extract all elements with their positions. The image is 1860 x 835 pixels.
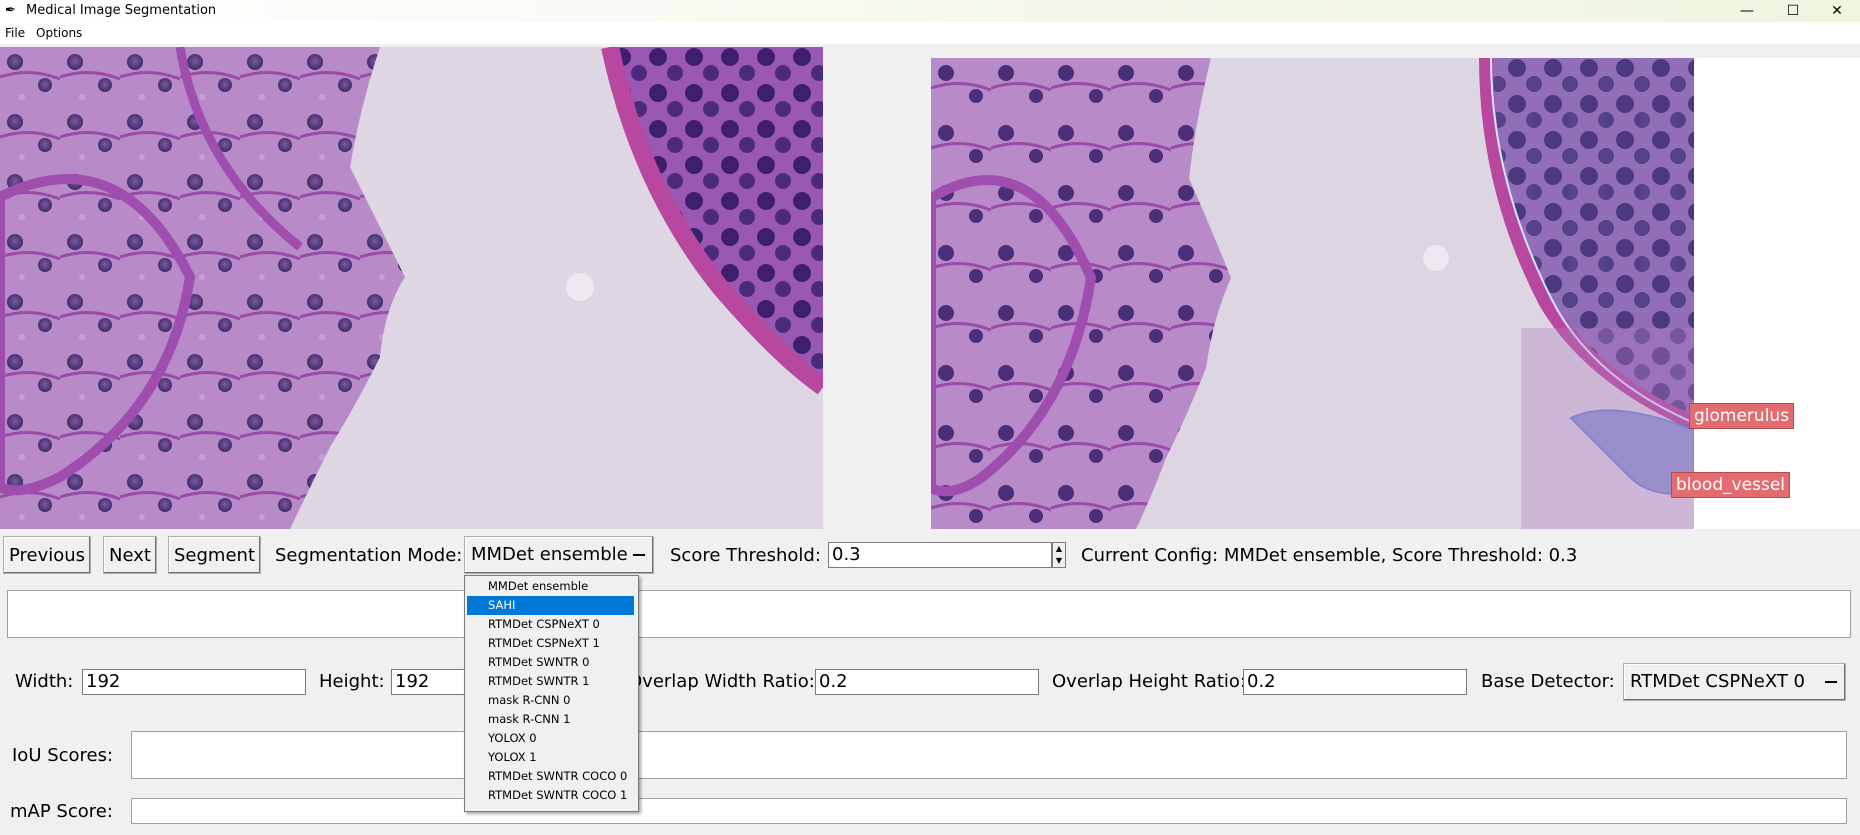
dropdown-option-rtmdet-swntr-0[interactable]: RTMDet SWNTR 0 bbox=[467, 653, 634, 672]
dropdown-option-rtmdet-cspnext-0[interactable]: RTMDet CSPNeXT 0 bbox=[467, 615, 634, 634]
score-threshold-label: Score Threshold: bbox=[670, 545, 821, 566]
maximize-button[interactable]: ☐ bbox=[1770, 0, 1816, 22]
base-detector-select[interactable]: RTMDet CSPNeXT 0 bbox=[1623, 663, 1846, 701]
title-bar: ✒ Medical Image Segmentation — ☐ ✕ bbox=[0, 0, 1860, 22]
window-title: Medical Image Segmentation bbox=[26, 3, 217, 18]
segmentation-mode-label: Segmentation Mode: bbox=[275, 545, 463, 566]
dropdown-option-rtmdet-swntr-1[interactable]: RTMDet SWNTR 1 bbox=[467, 672, 634, 691]
canvas-background bbox=[1694, 58, 1860, 529]
width-input[interactable]: 192 bbox=[82, 669, 306, 695]
height-input[interactable]: 192 bbox=[391, 669, 465, 695]
map-score-box bbox=[131, 798, 1847, 824]
original-image bbox=[0, 47, 823, 529]
base-detector-value: RTMDet CSPNeXT 0 bbox=[1630, 671, 1806, 692]
blood-vessel-label: blood_vessel bbox=[1671, 472, 1791, 498]
dropdown-option-rtmdet-cspnext-1[interactable]: RTMDet CSPNeXT 1 bbox=[467, 634, 634, 653]
menu-options[interactable]: Options bbox=[36, 26, 82, 40]
segmented-image: glomerulus bbox=[931, 58, 1694, 529]
dropdown-option-rtmdet-swntr-coco-0[interactable]: RTMDet SWNTR COCO 0 bbox=[467, 767, 634, 786]
current-config-text: Current Config: MMDet ensemble, Score Th… bbox=[1081, 545, 1578, 566]
dropdown-indicator-icon bbox=[1825, 681, 1837, 687]
score-threshold-spinbox[interactable]: 0.3 bbox=[828, 542, 1052, 568]
dropdown-option-rtmdet-swntr-coco-1[interactable]: RTMDet SWNTR COCO 1 bbox=[467, 786, 634, 805]
map-score-label: mAP Score: bbox=[10, 801, 113, 822]
next-button[interactable]: Next bbox=[103, 536, 157, 574]
spinbox-arrows-icon[interactable]: ▲ ▼ bbox=[1052, 542, 1066, 568]
feather-icon: ✒ bbox=[5, 3, 16, 18]
segmentation-mode-select[interactable]: MMDet ensemble bbox=[464, 536, 654, 574]
overlap-width-ratio-label: Overlap Width Ratio: bbox=[628, 671, 815, 692]
glomerulus-label: glomerulus bbox=[1689, 403, 1795, 429]
overlap-height-ratio-label: Overlap Height Ratio: bbox=[1052, 671, 1246, 692]
dropdown-option-mask-rcnn-0[interactable]: mask R-CNN 0 bbox=[467, 691, 634, 710]
previous-button[interactable]: Previous bbox=[3, 536, 91, 574]
dropdown-option-mmdet-ensemble[interactable]: MMDet ensemble bbox=[467, 577, 634, 596]
minimize-button[interactable]: — bbox=[1724, 0, 1770, 22]
segmentation-mode-value: MMDet ensemble bbox=[471, 544, 628, 565]
height-label: Height: bbox=[319, 671, 385, 692]
iou-scores-box bbox=[131, 731, 1847, 779]
status-output-box bbox=[7, 590, 1851, 638]
overlap-width-ratio-input[interactable]: 0.2 bbox=[815, 669, 1039, 695]
width-label: Width: bbox=[15, 671, 74, 692]
dropdown-indicator-icon bbox=[633, 554, 645, 560]
segment-button[interactable]: Segment bbox=[168, 536, 261, 574]
dropdown-option-sahi[interactable]: SAHI bbox=[467, 596, 634, 615]
dropdown-option-mask-rcnn-1[interactable]: mask R-CNN 1 bbox=[467, 710, 634, 729]
dropdown-option-yolox-1[interactable]: YOLOX 1 bbox=[467, 748, 634, 767]
dropdown-option-yolox-0[interactable]: YOLOX 0 bbox=[467, 729, 634, 748]
close-button[interactable]: ✕ bbox=[1814, 0, 1860, 22]
segmentation-mode-dropdown[interactable]: MMDet ensemble SAHI RTMDet CSPNeXT 0 RTM… bbox=[464, 575, 639, 812]
overlap-height-ratio-input[interactable]: 0.2 bbox=[1243, 669, 1467, 695]
menu-file[interactable]: File bbox=[5, 26, 25, 40]
iou-scores-label: IoU Scores: bbox=[12, 745, 114, 766]
menu-bar: File Options bbox=[0, 22, 1860, 44]
base-detector-label: Base Detector: bbox=[1481, 671, 1615, 692]
